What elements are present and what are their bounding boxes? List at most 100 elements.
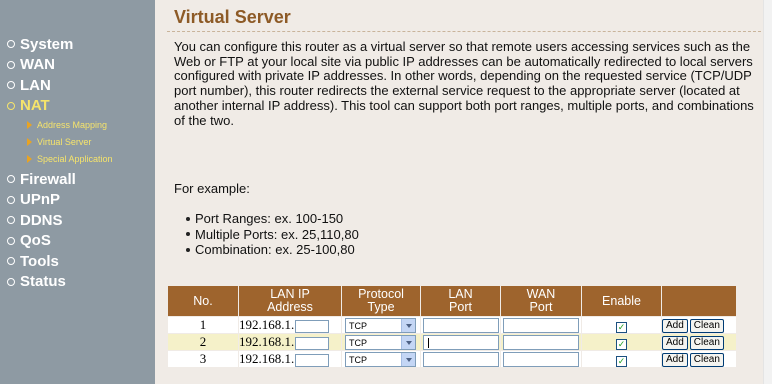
lan-ip-last-octet-input[interactable] — [295, 336, 330, 350]
nav-item-label: WAN — [20, 56, 55, 74]
ip-prefix: 192.168.1. — [239, 334, 295, 350]
nav-item-nat[interactable]: NAT — [7, 96, 155, 117]
dropdown-button[interactable] — [401, 336, 415, 350]
lan-port-cell — [421, 317, 500, 334]
actions-cell: Add Clean — [662, 334, 736, 351]
enable-cell: ✓ — [582, 334, 661, 351]
bullet-circle-icon — [7, 40, 15, 49]
title-divider — [167, 31, 766, 32]
list-item: Combination: ex. 25-100,80 — [186, 242, 359, 258]
row-number: 3 — [168, 351, 238, 368]
bullet-circle-icon — [7, 277, 15, 286]
wan-port-input[interactable] — [503, 352, 579, 368]
add-button[interactable]: Add — [662, 318, 688, 333]
column-header-lan-ip: LAN IP Address — [239, 286, 341, 316]
nav-item-label: QoS — [20, 232, 51, 250]
wan-port-input[interactable] — [503, 318, 579, 334]
wan-port-cell — [501, 317, 581, 334]
protocol-select[interactable]: TCP — [345, 352, 416, 368]
lan-port-cell — [421, 351, 500, 368]
nav-subitem-label: Special Application — [37, 153, 113, 164]
nav-item-status[interactable]: Status — [7, 272, 155, 293]
nav-item-label: NAT — [20, 97, 50, 115]
nav-subitem-label: Address Mapping — [37, 119, 108, 130]
wan-port-cell — [501, 351, 581, 368]
nav-item-tools[interactable]: Tools — [7, 251, 155, 272]
enable-checkbox[interactable]: ✓ — [616, 338, 627, 350]
example-text: Combination: ex. 25-100,80 — [195, 242, 355, 258]
dropdown-button[interactable] — [401, 353, 415, 367]
column-header-enable: Enable — [582, 286, 661, 316]
add-button[interactable]: Add — [662, 352, 688, 367]
table-row: 1 192.168.1. TCP ✓ Add Clean — [168, 317, 736, 334]
nav-item-upnp[interactable]: UPnP — [7, 190, 155, 211]
nav-item-lan[interactable]: LAN — [7, 75, 155, 96]
nav-item-firewall[interactable]: Firewall — [7, 169, 155, 190]
add-button[interactable]: Add — [662, 335, 688, 350]
bullet-dot-icon — [186, 216, 190, 221]
chevron-down-icon — [405, 357, 412, 362]
protocol-cell: TCP — [342, 351, 420, 368]
lan-port-input[interactable] — [423, 318, 499, 334]
triangle-right-icon — [27, 137, 32, 146]
dropdown-button[interactable] — [401, 319, 415, 333]
protocol-cell: TCP — [342, 317, 420, 334]
nav-item-qos[interactable]: QoS — [7, 231, 155, 252]
protocol-value: TCP — [349, 320, 367, 331]
bullet-circle-icon — [7, 175, 15, 184]
nav-item-label: LAN — [20, 76, 51, 94]
column-header-wan-port: WAN Port — [501, 286, 581, 316]
enable-cell: ✓ — [582, 351, 661, 368]
chevron-down-icon — [405, 340, 412, 345]
protocol-select[interactable]: TCP — [345, 318, 416, 334]
protocol-value: TCP — [349, 354, 367, 365]
lan-ip-last-octet-input[interactable] — [295, 319, 330, 333]
enable-checkbox[interactable]: ✓ — [616, 355, 627, 367]
nav-subitem-special-application[interactable]: Special Application — [27, 150, 155, 167]
lan-ip-last-octet-input[interactable] — [295, 353, 330, 367]
sidebar: System WAN LAN NAT Address Mapping Virtu… — [0, 0, 155, 384]
nav-item-label: DDNS — [20, 211, 63, 229]
column-header-actions — [662, 286, 736, 316]
page-description: You can configure this router as a virtu… — [174, 39, 754, 128]
bullet-circle-icon — [7, 236, 15, 245]
nav-subitem-label: Virtual Server — [37, 136, 92, 147]
bullet-circle-icon — [7, 257, 15, 266]
nav-item-ddns[interactable]: DDNS — [7, 210, 155, 231]
actions-cell: Add Clean — [662, 317, 736, 334]
protocol-select[interactable]: TCP — [345, 335, 416, 351]
nav-item-label: System — [20, 35, 74, 53]
column-header-lan-port: LAN Port — [421, 286, 500, 316]
ip-prefix: 192.168.1. — [239, 317, 295, 333]
lan-port-cell — [421, 334, 500, 351]
ip-prefix: 192.168.1. — [239, 351, 295, 367]
example-list: Port Ranges: ex. 100-150 Multiple Ports:… — [186, 211, 359, 258]
column-header-no: No. — [168, 286, 238, 316]
nav-item-label: Tools — [20, 252, 59, 270]
nav-item-label: Status — [20, 273, 66, 291]
wan-port-input[interactable] — [503, 335, 579, 351]
page-title: Virtual Server — [174, 7, 291, 27]
clean-button[interactable]: Clean — [689, 352, 724, 367]
nav-subitem-virtual-server[interactable]: Virtual Server — [27, 133, 155, 150]
text-caret — [428, 338, 429, 349]
table-row: 3 192.168.1. TCP ✓ Add Clean — [168, 351, 736, 368]
lan-port-input[interactable] — [423, 335, 499, 351]
triangle-right-icon — [27, 154, 32, 163]
column-header-protocol: Protocol Type — [342, 286, 420, 316]
clean-button[interactable]: Clean — [689, 335, 724, 350]
nav-item-system[interactable]: System — [7, 34, 155, 55]
enable-checkbox[interactable]: ✓ — [616, 321, 627, 333]
nav-item-wan[interactable]: WAN — [7, 55, 155, 76]
nav-subitem-address-mapping[interactable]: Address Mapping — [27, 116, 155, 133]
bullet-dot-icon — [186, 247, 190, 252]
lan-port-input[interactable] — [423, 352, 499, 368]
lan-ip-cell: 192.168.1. — [239, 317, 341, 334]
nav-item-label: UPnP — [20, 191, 61, 209]
example-heading: For example: — [174, 181, 250, 196]
actions-cell: Add Clean — [662, 351, 736, 368]
vertical-scrollbar[interactable] — [763, 0, 772, 384]
protocol-cell: TCP — [342, 334, 420, 351]
bullet-circle-icon — [7, 101, 15, 110]
clean-button[interactable]: Clean — [689, 318, 724, 333]
